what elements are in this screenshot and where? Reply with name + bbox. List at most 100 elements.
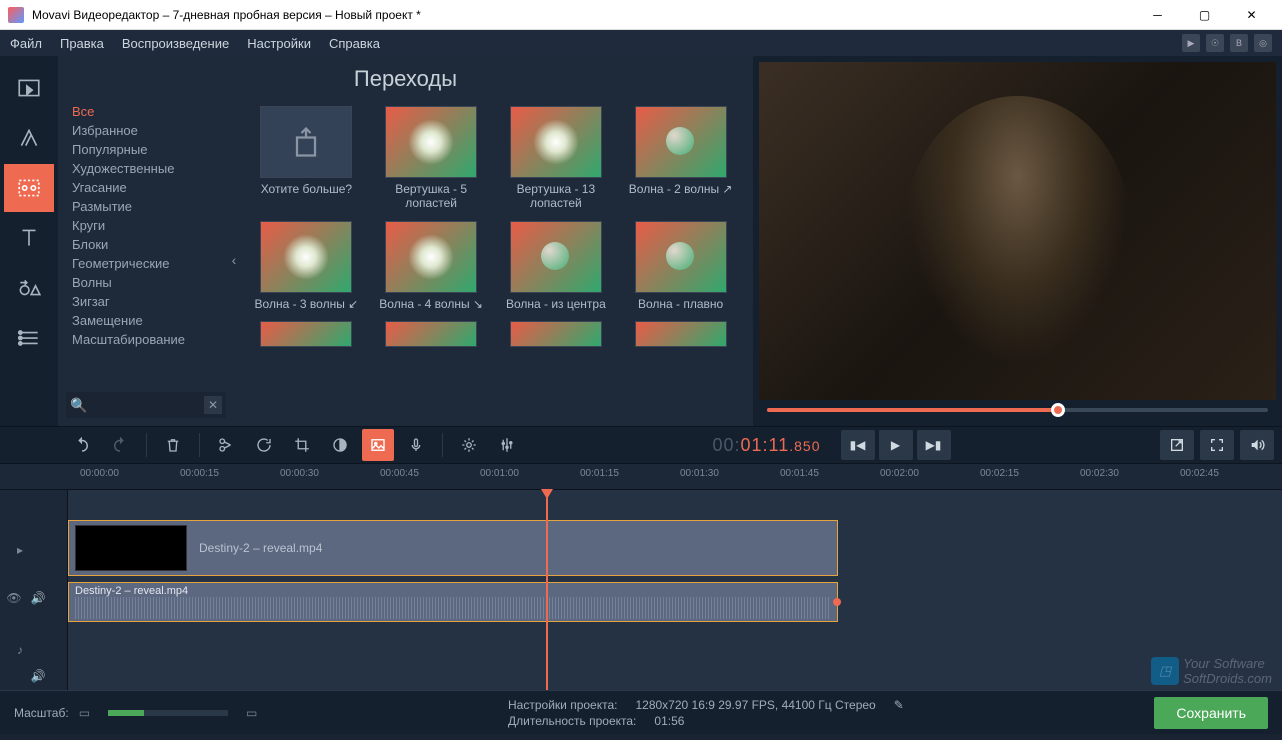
tool-shapes[interactable] — [4, 264, 54, 312]
minimize-button[interactable]: ─ — [1135, 0, 1180, 30]
preview-scrubber[interactable] — [759, 400, 1276, 420]
tool-sidebar — [0, 56, 58, 426]
tool-more[interactable] — [4, 314, 54, 362]
microphone-button[interactable] — [400, 429, 432, 461]
category-item[interactable]: Размытие — [66, 197, 226, 216]
zoom-out-icon[interactable]: ▭ — [79, 706, 90, 720]
undo-button[interactable] — [66, 429, 98, 461]
menu-help[interactable]: Справка — [329, 36, 380, 51]
odnoklassniki-icon[interactable]: ☉ — [1206, 34, 1224, 52]
detach-preview-button[interactable] — [1160, 430, 1194, 460]
tool-import[interactable] — [4, 64, 54, 112]
clip-end-handle[interactable] — [833, 598, 841, 606]
audio-clip-label: Destiny-2 – reveal.mp4 — [75, 585, 831, 597]
watermark: ◳ Your Software SoftDroids.com — [1151, 656, 1272, 686]
transitions-browser: Переходы Все Избранное Популярные Художе… — [58, 56, 753, 426]
transition-thumb[interactable] — [498, 321, 615, 347]
ruler-tick: 00:01:45 — [780, 468, 819, 479]
transition-thumb[interactable] — [373, 321, 490, 347]
timeline[interactable]: ▸ 👁 🔊 ♪ 🔊 Destiny-2 – reveal.mp4 Destiny… — [0, 490, 1282, 690]
tool-transitions[interactable] — [4, 164, 54, 212]
image-button[interactable] — [362, 429, 394, 461]
transition-thumb[interactable]: Волна - 3 волны ↙ — [248, 221, 365, 311]
audio-track-clip[interactable]: Destiny-2 – reveal.mp4 — [68, 582, 838, 622]
category-item[interactable]: Геометрические — [66, 254, 226, 273]
volume-button[interactable] — [1240, 430, 1274, 460]
category-item[interactable]: Зигзаг — [66, 292, 226, 311]
tool-filters[interactable] — [4, 114, 54, 162]
collapse-categories-button[interactable]: ‹ — [226, 102, 242, 418]
category-item[interactable]: Масштабирование — [66, 330, 226, 349]
transition-thumb[interactable]: Волна - плавно — [622, 221, 739, 311]
mute-track-icon[interactable]: 🔊 — [28, 666, 48, 686]
clip-properties-button[interactable] — [453, 429, 485, 461]
scrub-handle[interactable] — [1051, 403, 1065, 417]
category-search: 🔍 ✕ — [66, 392, 226, 418]
ruler-tick: 00:02:30 — [1080, 468, 1119, 479]
thumb-label: Волна - 2 волны ↗ — [629, 182, 733, 196]
category-item[interactable]: Художественные — [66, 159, 226, 178]
menu-edit[interactable]: Правка — [60, 36, 104, 51]
category-item[interactable]: Все — [66, 102, 226, 121]
redo-button[interactable] — [104, 429, 136, 461]
maximize-button[interactable]: ▢ — [1182, 0, 1227, 30]
vkontakte-icon[interactable]: В — [1230, 34, 1248, 52]
track-headers: ▸ 👁 🔊 ♪ 🔊 — [0, 490, 68, 690]
titlebar: Movavi Видеоредактор – 7-дневная пробная… — [0, 0, 1282, 30]
ruler-tick: 00:02:00 — [880, 468, 919, 479]
next-frame-button[interactable]: ▶▮ — [917, 430, 951, 460]
category-item[interactable]: Угасание — [66, 178, 226, 197]
color-button[interactable] — [324, 429, 356, 461]
delete-button[interactable] — [157, 429, 189, 461]
split-button[interactable] — [210, 429, 242, 461]
ruler-tick: 00:00:15 — [180, 468, 219, 479]
transition-thumb[interactable]: Волна - 2 волны ↗ — [622, 106, 739, 211]
audio-track-icon[interactable]: 🔊 — [28, 588, 48, 608]
transition-thumb[interactable] — [248, 321, 365, 347]
edit-settings-icon[interactable]: ✎ — [894, 698, 904, 712]
category-item[interactable]: Замещение — [66, 311, 226, 330]
prev-frame-button[interactable]: ▮◀ — [841, 430, 875, 460]
rotate-button[interactable] — [248, 429, 280, 461]
menu-settings[interactable]: Настройки — [247, 36, 311, 51]
ruler-tick: 00:01:30 — [680, 468, 719, 479]
search-icon[interactable]: 🔍 — [70, 397, 87, 414]
menu-playback[interactable]: Воспроизведение — [122, 36, 229, 51]
video-track-clip[interactable]: Destiny-2 – reveal.mp4 — [68, 520, 838, 576]
transition-thumb[interactable]: Волна - 4 волны ↘ — [373, 221, 490, 311]
tool-titles[interactable] — [4, 214, 54, 262]
timeline-ruler[interactable]: 00:00:00 00:00:15 00:00:30 00:00:45 00:0… — [0, 464, 1282, 490]
category-item[interactable]: Блоки — [66, 235, 226, 254]
play-button[interactable]: ▶ — [879, 430, 913, 460]
visibility-icon[interactable]: 👁 — [4, 588, 24, 608]
save-button[interactable]: Сохранить — [1154, 697, 1268, 729]
ruler-tick: 00:00:00 — [80, 468, 119, 479]
transition-thumb-more[interactable]: Хотите больше? — [248, 106, 365, 211]
category-item[interactable]: Избранное — [66, 121, 226, 140]
category-item[interactable]: Круги — [66, 216, 226, 235]
transition-thumb[interactable] — [622, 321, 739, 347]
fullscreen-button[interactable] — [1200, 430, 1234, 460]
audio-properties-button[interactable] — [491, 429, 523, 461]
youtube-icon[interactable]: ▶ — [1182, 34, 1200, 52]
camera-icon[interactable]: ◎ — [1254, 34, 1272, 52]
audio-waveform — [75, 597, 831, 619]
crop-button[interactable] — [286, 429, 318, 461]
zoom-in-icon[interactable]: ▭ — [246, 706, 257, 720]
zoom-slider[interactable] — [108, 710, 228, 716]
music-track-icon[interactable]: ♪ — [10, 640, 30, 660]
transitions-grid: Хотите больше? Вертушка - 5 лопастей Вер… — [242, 102, 745, 418]
preview-video[interactable] — [759, 62, 1276, 400]
ruler-tick: 00:02:45 — [1180, 468, 1219, 479]
video-track-icon[interactable]: ▸ — [10, 540, 30, 560]
transition-thumb[interactable]: Вертушка - 5 лопастей — [373, 106, 490, 211]
transition-thumb[interactable]: Волна - из центра — [498, 221, 615, 311]
menu-file[interactable]: Файл — [10, 36, 42, 51]
transition-thumb[interactable]: Вертушка - 13 лопастей — [498, 106, 615, 211]
close-button[interactable]: ✕ — [1229, 0, 1274, 30]
project-settings-label: Настройки проекта: — [508, 698, 617, 712]
clear-search-icon[interactable]: ✕ — [204, 396, 222, 414]
category-item[interactable]: Популярные — [66, 140, 226, 159]
category-item[interactable]: Волны — [66, 273, 226, 292]
ruler-tick: 00:01:00 — [480, 468, 519, 479]
